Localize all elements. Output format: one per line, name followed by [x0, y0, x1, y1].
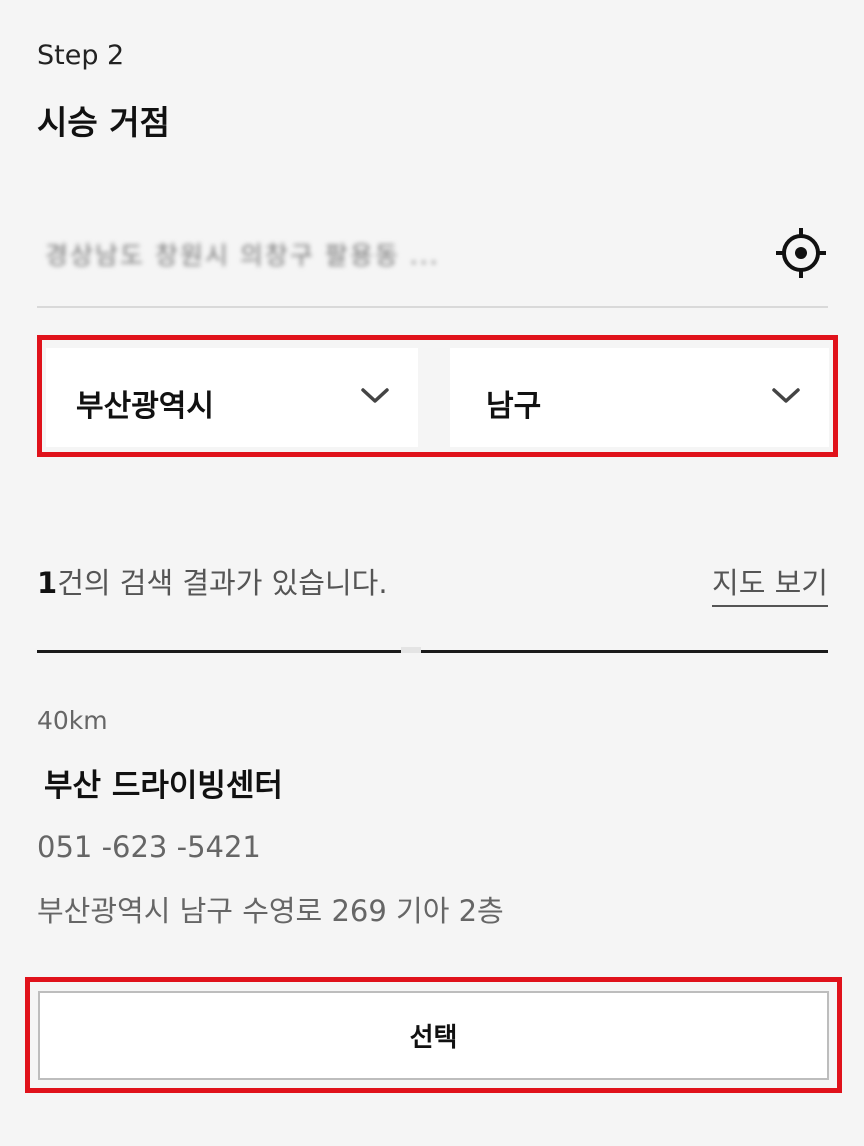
district-dropdown[interactable]: 남구	[450, 348, 829, 447]
page-title: 시승 거점	[37, 103, 170, 142]
select-button[interactable]: 선택	[38, 991, 829, 1080]
center-name: 부산 드라이빙센터	[44, 768, 283, 804]
results-divider-gap	[401, 647, 421, 653]
select-button-highlight: 선택	[25, 977, 842, 1093]
city-dropdown-value: 부산광역시	[76, 389, 214, 424]
view-map-link[interactable]: 지도 보기	[712, 560, 828, 607]
current-location-button[interactable]	[774, 226, 828, 280]
current-location-row: 경상남도 창원시 의창구 팔용동 ...	[37, 200, 828, 308]
center-distance: 40km	[37, 706, 108, 735]
chevron-down-icon	[360, 386, 390, 406]
test-drive-location-page: Step 2 시승 거점 경상남도 창원시 의창구 팔용동 ... 부산광역시 …	[0, 0, 864, 1146]
city-dropdown[interactable]: 부산광역시	[46, 348, 418, 447]
search-result-count: 1건의 검색 결과가 있습니다.	[37, 560, 388, 602]
results-divider	[37, 650, 401, 653]
result-count-number: 1	[37, 566, 58, 600]
step-label: Step 2	[37, 40, 125, 71]
result-count-text: 건의 검색 결과가 있습니다.	[57, 566, 388, 600]
center-phone: 051 -623 -5421	[37, 830, 261, 864]
current-address-blurred: 경상남도 창원시 의창구 팔용동 ...	[45, 241, 440, 270]
crosshair-target-icon	[776, 228, 826, 278]
district-dropdown-value: 남구	[486, 389, 542, 424]
chevron-down-icon	[771, 386, 801, 406]
center-address: 부산광역시 남구 수영로 269 기아 2층	[37, 894, 504, 928]
results-divider	[421, 650, 828, 653]
region-selectors-highlight: 부산광역시 남구	[37, 335, 838, 457]
